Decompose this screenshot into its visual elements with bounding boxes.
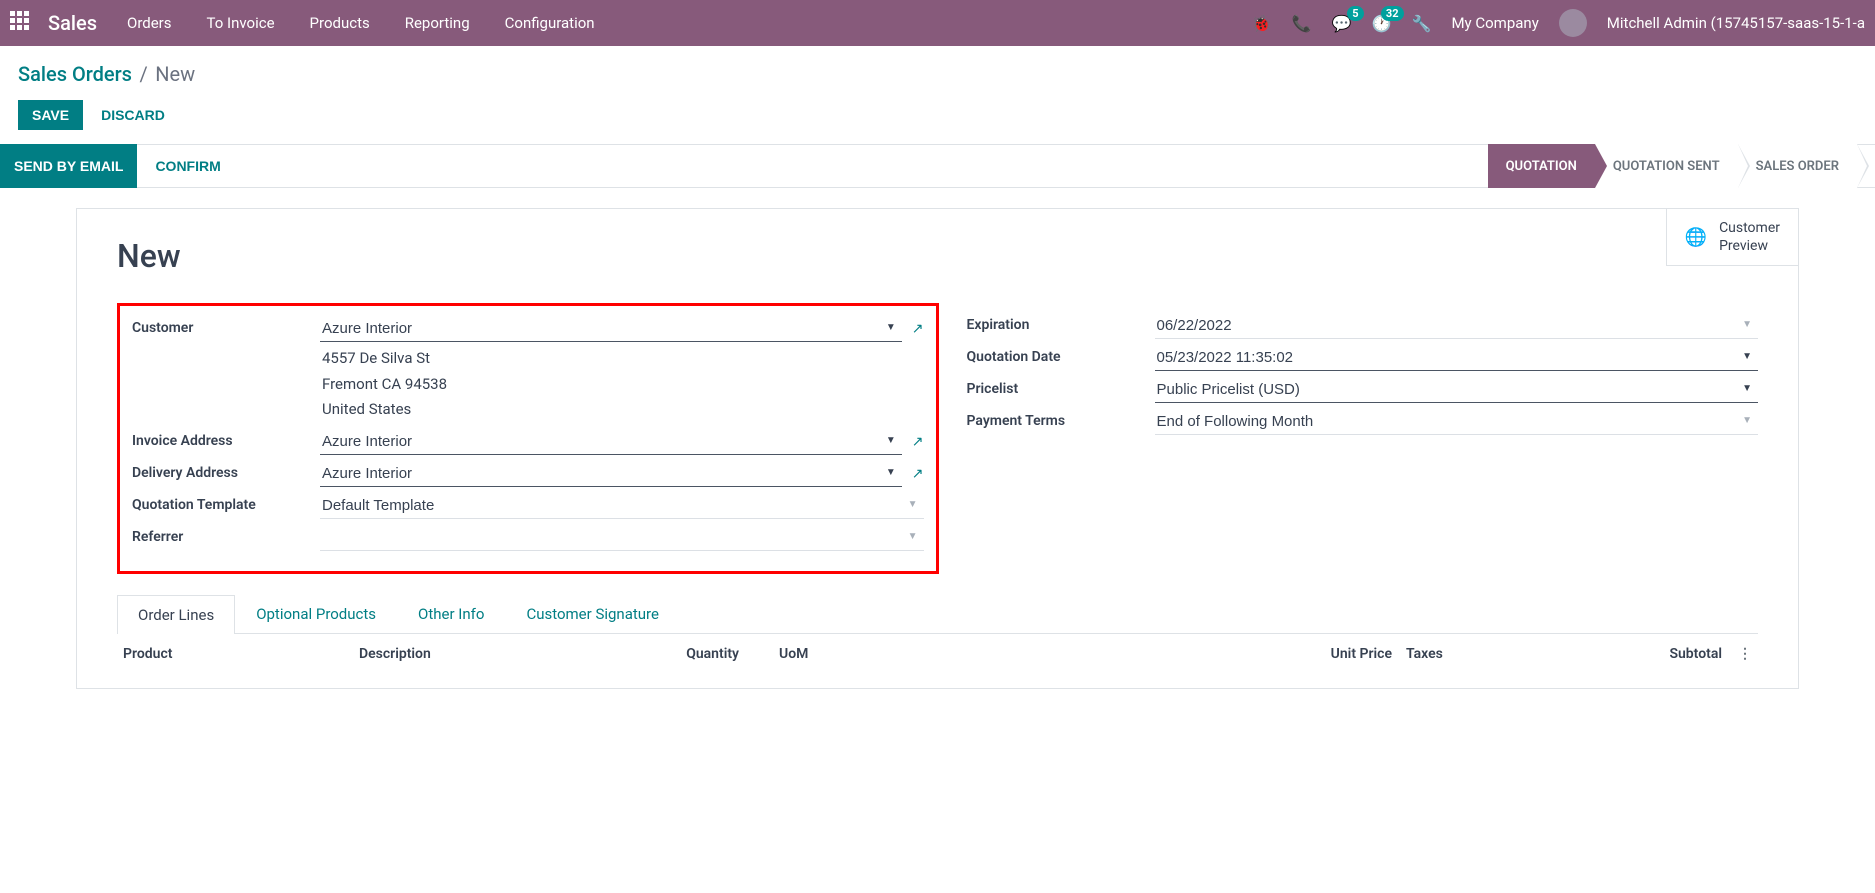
col-subtotal: Subtotal xyxy=(1472,646,1722,662)
customer-label: Customer xyxy=(132,316,320,336)
status-bar: SEND BY EMAIL CONFIRM QUOTATION QUOTATIO… xyxy=(0,144,1875,188)
breadcrumb-separator: / xyxy=(139,62,147,86)
customer-address: 4557 De Silva St Fremont CA 94538 United… xyxy=(320,346,924,423)
customer-field-wrap: ▼ ↗ 4557 De Silva St Fremont CA 94538 Un… xyxy=(320,316,924,423)
payment-terms-row: Payment Terms ▼ xyxy=(967,409,1759,435)
breadcrumb-root[interactable]: Sales Orders xyxy=(18,62,132,86)
breadcrumb: Sales Orders / New xyxy=(0,46,1875,96)
customer-row: Customer ▼ ↗ 4557 De Silva St xyxy=(132,316,924,423)
external-link-icon[interactable]: ↗ xyxy=(912,466,924,482)
form-columns: Customer ▼ ↗ 4557 De Silva St xyxy=(117,303,1758,574)
quotation-template-input[interactable] xyxy=(320,493,924,519)
delivery-address-row: Delivery Address ▼ ↗ xyxy=(132,461,924,487)
left-column: Customer ▼ ↗ 4557 De Silva St xyxy=(117,303,939,574)
record-title: New xyxy=(117,237,1758,275)
pricelist-row: Pricelist ▼ xyxy=(967,377,1759,403)
pricelist-input[interactable] xyxy=(1155,377,1759,403)
bug-icon[interactable]: 🐞 xyxy=(1252,14,1272,33)
kebab-menu-icon[interactable]: ⋮ xyxy=(1722,646,1752,662)
company-selector[interactable]: My Company xyxy=(1451,14,1538,32)
step-sales-order[interactable]: SALES ORDER xyxy=(1738,144,1857,188)
globe-icon: 🌐 xyxy=(1685,227,1707,248)
referrer-input[interactable] xyxy=(320,525,924,551)
save-button[interactable]: SAVE xyxy=(18,100,83,130)
menu-configuration[interactable]: Configuration xyxy=(505,14,595,32)
quotation-date-row: Quotation Date ▼ xyxy=(967,345,1759,371)
customer-preview-button[interactable]: 🌐 Customer Preview xyxy=(1666,209,1798,266)
invoice-address-input[interactable] xyxy=(320,429,902,455)
quotation-date-label: Quotation Date xyxy=(967,345,1155,365)
preview-label: Customer Preview xyxy=(1719,219,1780,255)
menu-reporting[interactable]: Reporting xyxy=(405,14,470,32)
tab-optional-products[interactable]: Optional Products xyxy=(235,594,397,633)
col-description: Description xyxy=(359,646,639,662)
delivery-address-label: Delivery Address xyxy=(132,461,320,481)
send-by-email-button[interactable]: SEND BY EMAIL xyxy=(0,144,137,188)
user-avatar[interactable] xyxy=(1559,9,1587,37)
wrench-icon[interactable]: 🔧 xyxy=(1412,14,1432,33)
form-tabs: Order Lines Optional Products Other Info… xyxy=(117,594,1758,634)
external-link-icon[interactable]: ↗ xyxy=(912,434,924,450)
col-unit-price: Unit Price xyxy=(1292,646,1392,662)
main-menu: Orders To Invoice Products Reporting Con… xyxy=(127,14,595,32)
invoice-address-row: Invoice Address ▼ ↗ xyxy=(132,429,924,455)
status-steps: QUOTATION QUOTATION SENT SALES ORDER xyxy=(1488,144,1857,188)
app-title[interactable]: Sales xyxy=(48,11,97,35)
chat-icon[interactable]: 💬5 xyxy=(1332,14,1352,33)
delivery-address-input[interactable] xyxy=(320,461,902,487)
quotation-template-row: Quotation Template ▼ xyxy=(132,493,924,519)
referrer-row: Referrer ▼ xyxy=(132,525,924,551)
expiration-label: Expiration xyxy=(967,313,1155,333)
step-quotation-sent[interactable]: QUOTATION SENT xyxy=(1595,144,1738,188)
col-quantity: Quantity xyxy=(639,646,739,662)
menu-orders[interactable]: Orders xyxy=(127,14,172,32)
col-taxes: Taxes xyxy=(1392,646,1472,662)
col-uom: UoM xyxy=(739,646,839,662)
pricelist-label: Pricelist xyxy=(967,377,1155,397)
payment-terms-input[interactable] xyxy=(1155,409,1759,435)
order-lines-header: Product Description Quantity UoM Unit Pr… xyxy=(117,634,1758,674)
phone-icon[interactable]: 📞 xyxy=(1292,14,1312,33)
breadcrumb-current: New xyxy=(155,62,195,86)
external-link-icon[interactable]: ↗ xyxy=(912,321,924,337)
activity-badge: 32 xyxy=(1381,6,1404,21)
sheet-body: New Customer ▼ ↗ xyxy=(77,209,1798,688)
clock-icon[interactable]: 🕐32 xyxy=(1372,14,1392,33)
discard-button[interactable]: DISCARD xyxy=(101,107,165,123)
tab-order-lines[interactable]: Order Lines xyxy=(117,595,235,634)
expiration-row: Expiration ▼ xyxy=(967,313,1759,339)
invoice-address-label: Invoice Address xyxy=(132,429,320,449)
form-sheet: 🌐 Customer Preview New Customer xyxy=(76,208,1799,689)
quotation-date-input[interactable] xyxy=(1155,345,1759,371)
payment-terms-label: Payment Terms xyxy=(967,409,1155,429)
action-bar: SAVE DISCARD xyxy=(0,96,1875,144)
tab-customer-signature[interactable]: Customer Signature xyxy=(505,594,680,633)
col-product: Product xyxy=(123,646,359,662)
tab-other-info[interactable]: Other Info xyxy=(397,594,505,633)
top-navbar: Sales Orders To Invoice Products Reporti… xyxy=(0,0,1875,46)
topbar-right: 🐞 📞 💬5 🕐32 🔧 My Company Mitchell Admin (… xyxy=(1252,9,1865,37)
expiration-input[interactable] xyxy=(1155,313,1759,339)
content-wrap: 🌐 Customer Preview New Customer xyxy=(0,188,1875,709)
menu-to-invoice[interactable]: To Invoice xyxy=(207,14,275,32)
menu-products[interactable]: Products xyxy=(310,14,370,32)
chat-badge: 5 xyxy=(1347,6,1363,21)
confirm-button[interactable]: CONFIRM xyxy=(155,158,220,174)
right-column: Expiration ▼ Quotation Date ▼ xyxy=(967,303,1759,574)
user-menu[interactable]: Mitchell Admin (15745157-saas-15-1-a xyxy=(1607,14,1865,32)
customer-input[interactable] xyxy=(320,316,902,342)
referrer-label: Referrer xyxy=(132,525,320,545)
apps-menu-icon[interactable] xyxy=(10,11,34,35)
quotation-template-label: Quotation Template xyxy=(132,493,320,513)
step-quotation[interactable]: QUOTATION xyxy=(1488,144,1595,188)
